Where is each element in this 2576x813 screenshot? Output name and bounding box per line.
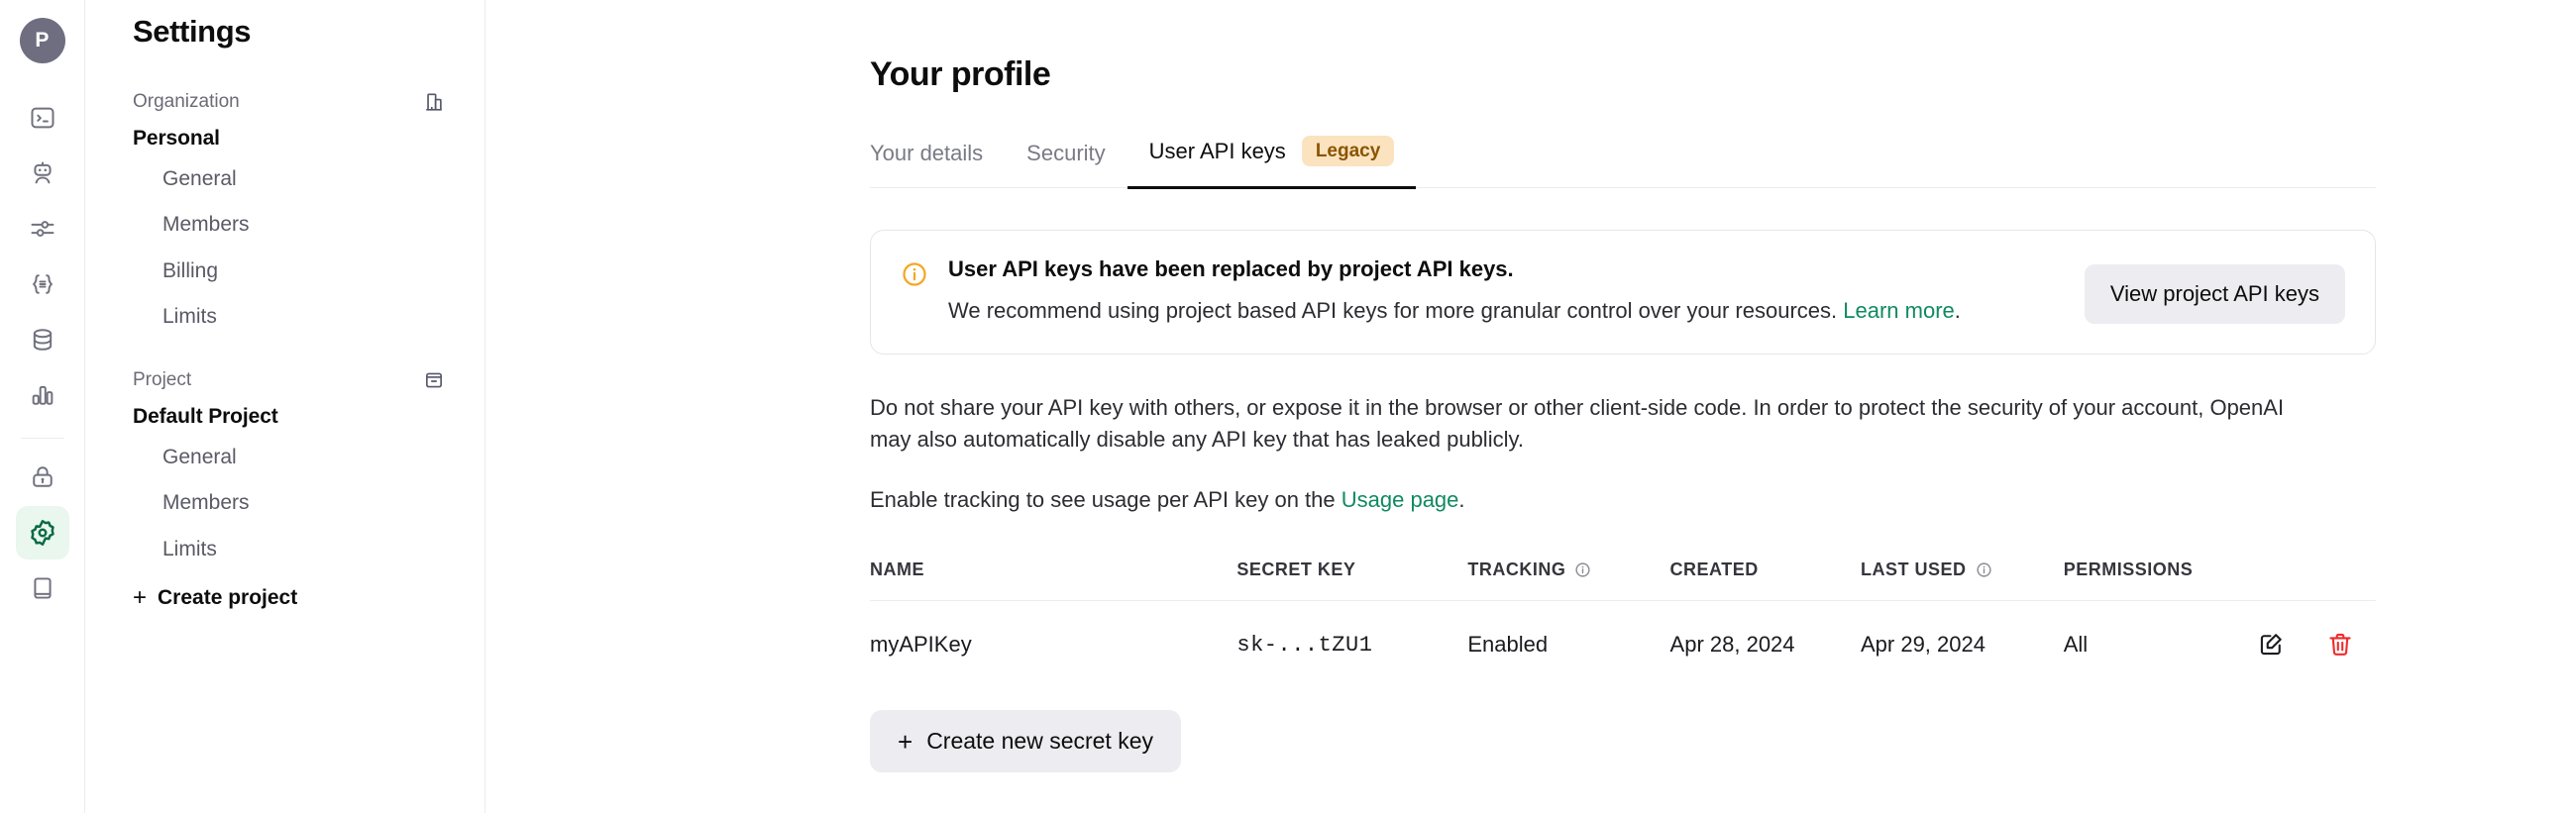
- cell-created: Apr 28, 2024: [1669, 632, 1795, 658]
- building-icon[interactable]: [423, 91, 445, 113]
- column-header-name-label: NAME: [870, 559, 924, 580]
- playground-icon[interactable]: [16, 91, 69, 145]
- banner-description: We recommend using project based API key…: [948, 296, 2065, 326]
- column-header-secret-key-label: SECRET KEY: [1236, 559, 1356, 580]
- banner-period: .: [1954, 298, 1961, 323]
- settings-page: P Settings Organization Personal General…: [0, 0, 2576, 813]
- tracking-info-icon[interactable]: [1574, 561, 1591, 578]
- avatar[interactable]: P: [19, 18, 65, 63]
- tab-user-api-keys-label: User API keys: [1148, 138, 1286, 163]
- info-circle-icon: [901, 260, 928, 293]
- deprecation-banner: User API keys have been replaced by proj…: [870, 230, 2376, 355]
- sidebar-item-org-general[interactable]: General: [133, 156, 449, 202]
- column-header-tracking-label: TRACKING: [1467, 559, 1566, 580]
- column-header-permissions: PERMISSIONS: [2063, 559, 2257, 602]
- last-used-info-icon[interactable]: [1976, 561, 1992, 578]
- banner-title: User API keys have been replaced by proj…: [948, 256, 1514, 281]
- security-paragraph: Do not share your API key with others, o…: [870, 394, 2285, 452]
- table-body: myAPIKey sk-...tZU1 Enabled Apr 28, 2024…: [870, 601, 2376, 689]
- view-project-api-keys-button[interactable]: View project API keys: [2084, 264, 2345, 324]
- tab-bar: Your details Security User API keys Lega…: [870, 128, 2376, 189]
- docs-book-icon[interactable]: [16, 561, 69, 615]
- icon-rail: P: [0, 0, 85, 813]
- organization-group-header: Organization: [133, 91, 449, 113]
- batches-icon[interactable]: [16, 257, 69, 311]
- cell-key-name: myAPIKey: [870, 632, 972, 658]
- assistants-icon[interactable]: [16, 147, 69, 200]
- sidebar-item-org-billing[interactable]: Billing: [133, 249, 449, 294]
- learn-more-link[interactable]: Learn more: [1843, 298, 1955, 323]
- create-project-label: Create project: [158, 585, 298, 609]
- trash-icon[interactable]: [2326, 631, 2354, 659]
- column-header-created: CREATED: [1669, 559, 1861, 602]
- usage-icon[interactable]: [16, 368, 69, 422]
- column-header-tracking: TRACKING: [1467, 559, 1670, 602]
- sidebar-item-org-limits[interactable]: Limits: [133, 294, 449, 340]
- project-label: Project: [133, 369, 192, 390]
- rail-divider: [20, 438, 64, 439]
- tab-security[interactable]: Security: [1005, 133, 1127, 189]
- table-row: myAPIKey sk-...tZU1 Enabled Apr 28, 2024…: [870, 601, 2376, 689]
- archive-box-icon[interactable]: [423, 369, 445, 391]
- cell-actions: [2257, 601, 2376, 689]
- project-name: Default Project: [133, 405, 278, 428]
- plus-icon: +: [133, 583, 148, 611]
- create-new-secret-key-button[interactable]: + Create new secret key: [870, 710, 1182, 773]
- create-project-button[interactable]: + Create project: [133, 572, 449, 610]
- sidebar-item-project-members[interactable]: Members: [133, 480, 449, 526]
- cell-last-used: Apr 29, 2024: [1860, 632, 1986, 658]
- banner-text: User API keys have been replaced by proj…: [948, 256, 2065, 326]
- status-badge-legacy: Legacy: [1301, 136, 1395, 166]
- page-heading: Settings: [133, 14, 252, 49]
- column-header-actions: [2257, 559, 2376, 602]
- sidebar-item-org-members[interactable]: Members: [133, 202, 449, 248]
- column-header-last-used-label: LAST USED: [1860, 559, 1967, 580]
- column-header-secret-key: SECRET KEY: [1236, 559, 1468, 602]
- banner-action: View project API keys: [2084, 256, 2345, 324]
- tracking-paragraph-post: .: [1458, 487, 1465, 513]
- edit-pencil-icon[interactable]: [2257, 631, 2285, 659]
- tracking-paragraph-pre: Enable tracking to see usage per API key…: [870, 487, 1342, 513]
- tab-your-details-label: Your details: [870, 141, 984, 165]
- table-header: NAME SECRET KEY TRACKING CREATED LAST US…: [870, 559, 2376, 602]
- table-header-row: NAME SECRET KEY TRACKING CREATED LAST US…: [870, 559, 2376, 602]
- storage-icon[interactable]: [16, 313, 69, 366]
- sidebar-item-project-limits[interactable]: Limits: [133, 527, 449, 572]
- page-title: Your profile: [870, 55, 1051, 93]
- organization-label: Organization: [133, 91, 240, 112]
- column-header-created-label: CREATED: [1669, 559, 1759, 580]
- tab-security-label: Security: [1026, 141, 1106, 165]
- tracking-paragraph: Enable tracking to see usage per API key…: [870, 484, 2297, 516]
- settings-gear-icon[interactable]: [15, 506, 69, 559]
- settings-nav: Settings Organization Personal General M…: [85, 0, 485, 813]
- api-keys-table: NAME SECRET KEY TRACKING CREATED LAST US…: [870, 559, 2376, 688]
- api-keys-icon[interactable]: [16, 451, 69, 504]
- create-new-secret-key-label: Create new secret key: [926, 728, 1154, 755]
- banner-description-text: We recommend using project based API key…: [948, 298, 1838, 323]
- project-group-header: Project: [133, 369, 449, 391]
- tab-user-api-keys[interactable]: User API keys Legacy: [1127, 128, 1417, 189]
- organization-name: Personal: [133, 127, 220, 150]
- sidebar-item-project-general[interactable]: General: [133, 435, 449, 480]
- fine-tuning-icon[interactable]: [16, 202, 69, 255]
- tab-your-details[interactable]: Your details: [870, 133, 1005, 189]
- cell-tracking: Enabled: [1467, 632, 1549, 658]
- column-header-permissions-label: PERMISSIONS: [2063, 559, 2194, 580]
- column-header-name: NAME: [870, 559, 1237, 602]
- plus-icon: +: [898, 726, 913, 757]
- column-header-last-used: LAST USED: [1860, 559, 2064, 602]
- main-content: Your profile Your details Security User …: [485, 0, 2576, 813]
- cell-secret-key: sk-...tZU1: [1236, 632, 1373, 658]
- usage-page-link[interactable]: Usage page: [1342, 487, 1459, 512]
- cell-permissions: All: [2063, 632, 2089, 658]
